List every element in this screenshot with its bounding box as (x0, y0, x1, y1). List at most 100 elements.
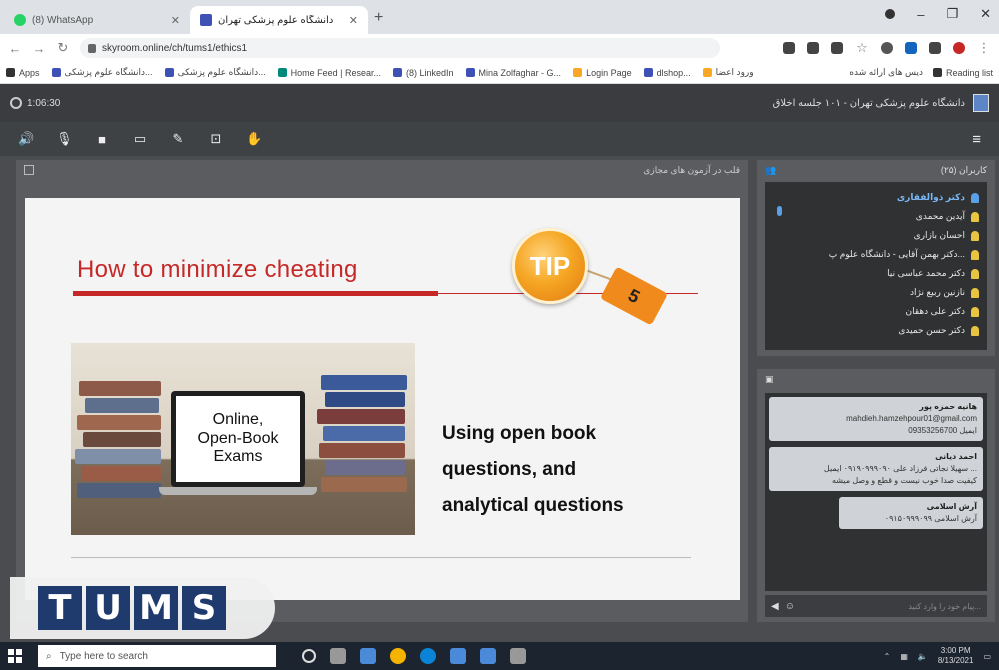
camera-icon[interactable]: ■ (94, 132, 110, 147)
university-favicon-icon (200, 14, 212, 26)
send-icon[interactable]: ◀ (771, 601, 779, 612)
reload-button[interactable]: ↻ (56, 40, 70, 56)
bookmarks-bar: Apps دانشگاه علوم پزشکی... دانشگاه علوم … (0, 62, 999, 84)
chat-messages[interactable]: هانیه حمزه پور mahdieh.hamzehpour01@gmai… (765, 393, 987, 591)
room-title: دانشگاه علوم پزشکی تهران - ۱۰۱ جلسه اخلا… (772, 97, 965, 109)
slide-divider (71, 557, 691, 558)
bookmark-icon (51, 68, 61, 77)
speaker-icon[interactable]: 🔊 (18, 131, 34, 147)
linkedin-icon (393, 68, 402, 77)
taskbar-search-input[interactable]: ⌕ Type here to search (38, 645, 276, 667)
extension-icon[interactable] (807, 42, 819, 54)
bookmark-item[interactable]: dlshop... (643, 68, 691, 78)
microphone-off-icon[interactable]: 🎙 (56, 131, 73, 147)
person-icon (971, 306, 979, 317)
apps-grid-icon (6, 68, 15, 77)
chat-input[interactable]: ◀ ☺ پیام خود را وارد کنید... (765, 595, 987, 617)
screen-share-icon[interactable]: ▭ (132, 131, 148, 147)
book-spine (77, 415, 161, 430)
puzzle-icon[interactable] (929, 42, 941, 54)
bookmark-item[interactable]: Login Page (573, 68, 632, 78)
bookmark-icon (465, 68, 475, 77)
new-tab-button[interactable]: + (374, 9, 383, 27)
slide-body-text: Using open book questions, and analytica… (442, 423, 624, 516)
tab-skyroom[interactable]: دانشگاه علوم پزشکی تهران ✕ (190, 6, 368, 34)
reading-list[interactable]: Reading list (932, 67, 993, 78)
book-spine (79, 381, 161, 396)
raise-hand-icon[interactable]: ✋ (246, 131, 262, 147)
hamburger-menu-icon[interactable]: ≡ (972, 131, 981, 148)
list-item[interactable]: نازنین ربیع نژاد (773, 283, 979, 302)
taskbar-clock[interactable]: 3:00 PM 8/13/2021 (938, 646, 974, 666)
chat-message: هانیه حمزه پور mahdieh.hamzehpour01@gmai… (769, 397, 983, 441)
whatsapp-icon (14, 14, 26, 26)
extension-icon[interactable] (783, 42, 795, 54)
back-button[interactable]: ← (8, 41, 22, 56)
list-item[interactable]: دکتر ذوالفقاری (773, 188, 979, 207)
app-icon[interactable] (480, 648, 496, 664)
bookmark-item[interactable]: ورود اعضا (702, 67, 754, 78)
bookmark-item[interactable]: دانشگاه علوم پزشکی... (164, 67, 266, 78)
profile-icon[interactable] (885, 9, 896, 19)
open-book-exam-photo: Online, Open-Book Exams (71, 343, 415, 535)
users-panel-header: 👥 کاربران (۲۵) (757, 160, 995, 180)
list-item[interactable]: آیدین محمدی (773, 207, 979, 226)
store-icon[interactable] (360, 648, 376, 664)
bookmark-item[interactable]: Home Feed | Resear... (277, 68, 381, 78)
tab-whatsapp[interactable]: (8) WhatsApp ✕ (4, 6, 190, 34)
bookmark-icon (573, 68, 583, 77)
forward-button[interactable]: → (32, 41, 46, 56)
book-spine (321, 375, 407, 390)
chrome-icon[interactable] (390, 648, 406, 664)
bookmark-star-icon[interactable]: ☆ (855, 40, 869, 56)
bookmark-item[interactable]: دیس های ارائه شده (849, 67, 923, 78)
timer-value: 1:06:30 (27, 97, 61, 109)
notifications-icon[interactable]: ▭ (983, 652, 991, 661)
windows-start-icon[interactable] (8, 649, 22, 663)
close-tab-icon[interactable]: ✕ (171, 14, 180, 27)
taskbar-apps (302, 648, 526, 664)
emoji-icon[interactable]: ☺ (785, 601, 795, 612)
extension-icon[interactable] (905, 42, 917, 54)
close-tab-icon[interactable]: ✕ (349, 14, 358, 27)
bookmark-apps[interactable]: Apps (6, 68, 40, 78)
edge-icon[interactable] (420, 648, 436, 664)
maximize-button[interactable]: ❐ (946, 6, 958, 22)
users-panel-title: کاربران (۲۵) (940, 164, 987, 175)
minimize-button[interactable]: – (917, 7, 924, 22)
whiteboard-pen-icon[interactable]: ✎ (170, 131, 186, 147)
task-view-icon[interactable] (330, 648, 346, 664)
extension-icon[interactable] (881, 42, 893, 54)
chat-panel: ▣ هانیه حمزه پور mahdieh.hamzehpour01@gm… (757, 369, 995, 622)
kebab-menu-icon[interactable]: ⋮ (977, 40, 991, 56)
mail-icon[interactable] (450, 648, 466, 664)
list-item[interactable]: دکتر حسن حمیدی (773, 321, 979, 340)
app-header: 1:06:30 دانشگاه علوم پزشکی تهران - ۱۰۱ ج… (0, 84, 999, 122)
url-input[interactable]: skyroom.online/ch/tums1/ethics1 (80, 38, 720, 58)
chevron-up-icon[interactable]: ⌃ (884, 652, 891, 661)
tums-logo: T U M S (10, 577, 275, 639)
avatar[interactable] (953, 42, 965, 54)
volume-icon[interactable]: 🔈 (918, 652, 928, 661)
person-icon (971, 230, 979, 241)
file-share-icon[interactable]: ⊡ (208, 131, 224, 147)
bookmark-item[interactable]: (8) LinkedIn (393, 68, 454, 78)
list-item[interactable]: احسان بازاری (773, 226, 979, 245)
tab-label: (8) WhatsApp (32, 14, 94, 26)
list-item[interactable]: دکتر علی دهقان (773, 302, 979, 321)
list-item[interactable]: دکتر محمد عباسی نیا (773, 264, 979, 283)
browser-tab-strip: (8) WhatsApp ✕ دانشگاه علوم پزشکی تهران … (0, 0, 999, 34)
bookmark-item[interactable]: Mina Zolfaghar - G... (465, 68, 561, 78)
close-window-button[interactable]: ✕ (980, 6, 991, 22)
cortana-icon[interactable] (302, 649, 316, 663)
network-icon[interactable]: ▦ (900, 652, 908, 661)
extension-icon[interactable] (831, 42, 843, 54)
bookmark-icon (277, 68, 287, 77)
users-panel: 👥 کاربران (۲۵) دکتر ذوالفقاری آیدین محمد… (757, 160, 995, 356)
book-spine (325, 392, 405, 407)
bookmark-item[interactable]: دانشگاه علوم پزشکی... (51, 67, 153, 78)
maximize-panel-icon[interactable] (24, 165, 34, 175)
tab-label: دانشگاه علوم پزشکی تهران (218, 14, 334, 26)
list-item[interactable]: دکتر بهمن آقایی - دانشگاه علوم پ... (773, 245, 979, 264)
photos-icon[interactable] (510, 648, 526, 664)
